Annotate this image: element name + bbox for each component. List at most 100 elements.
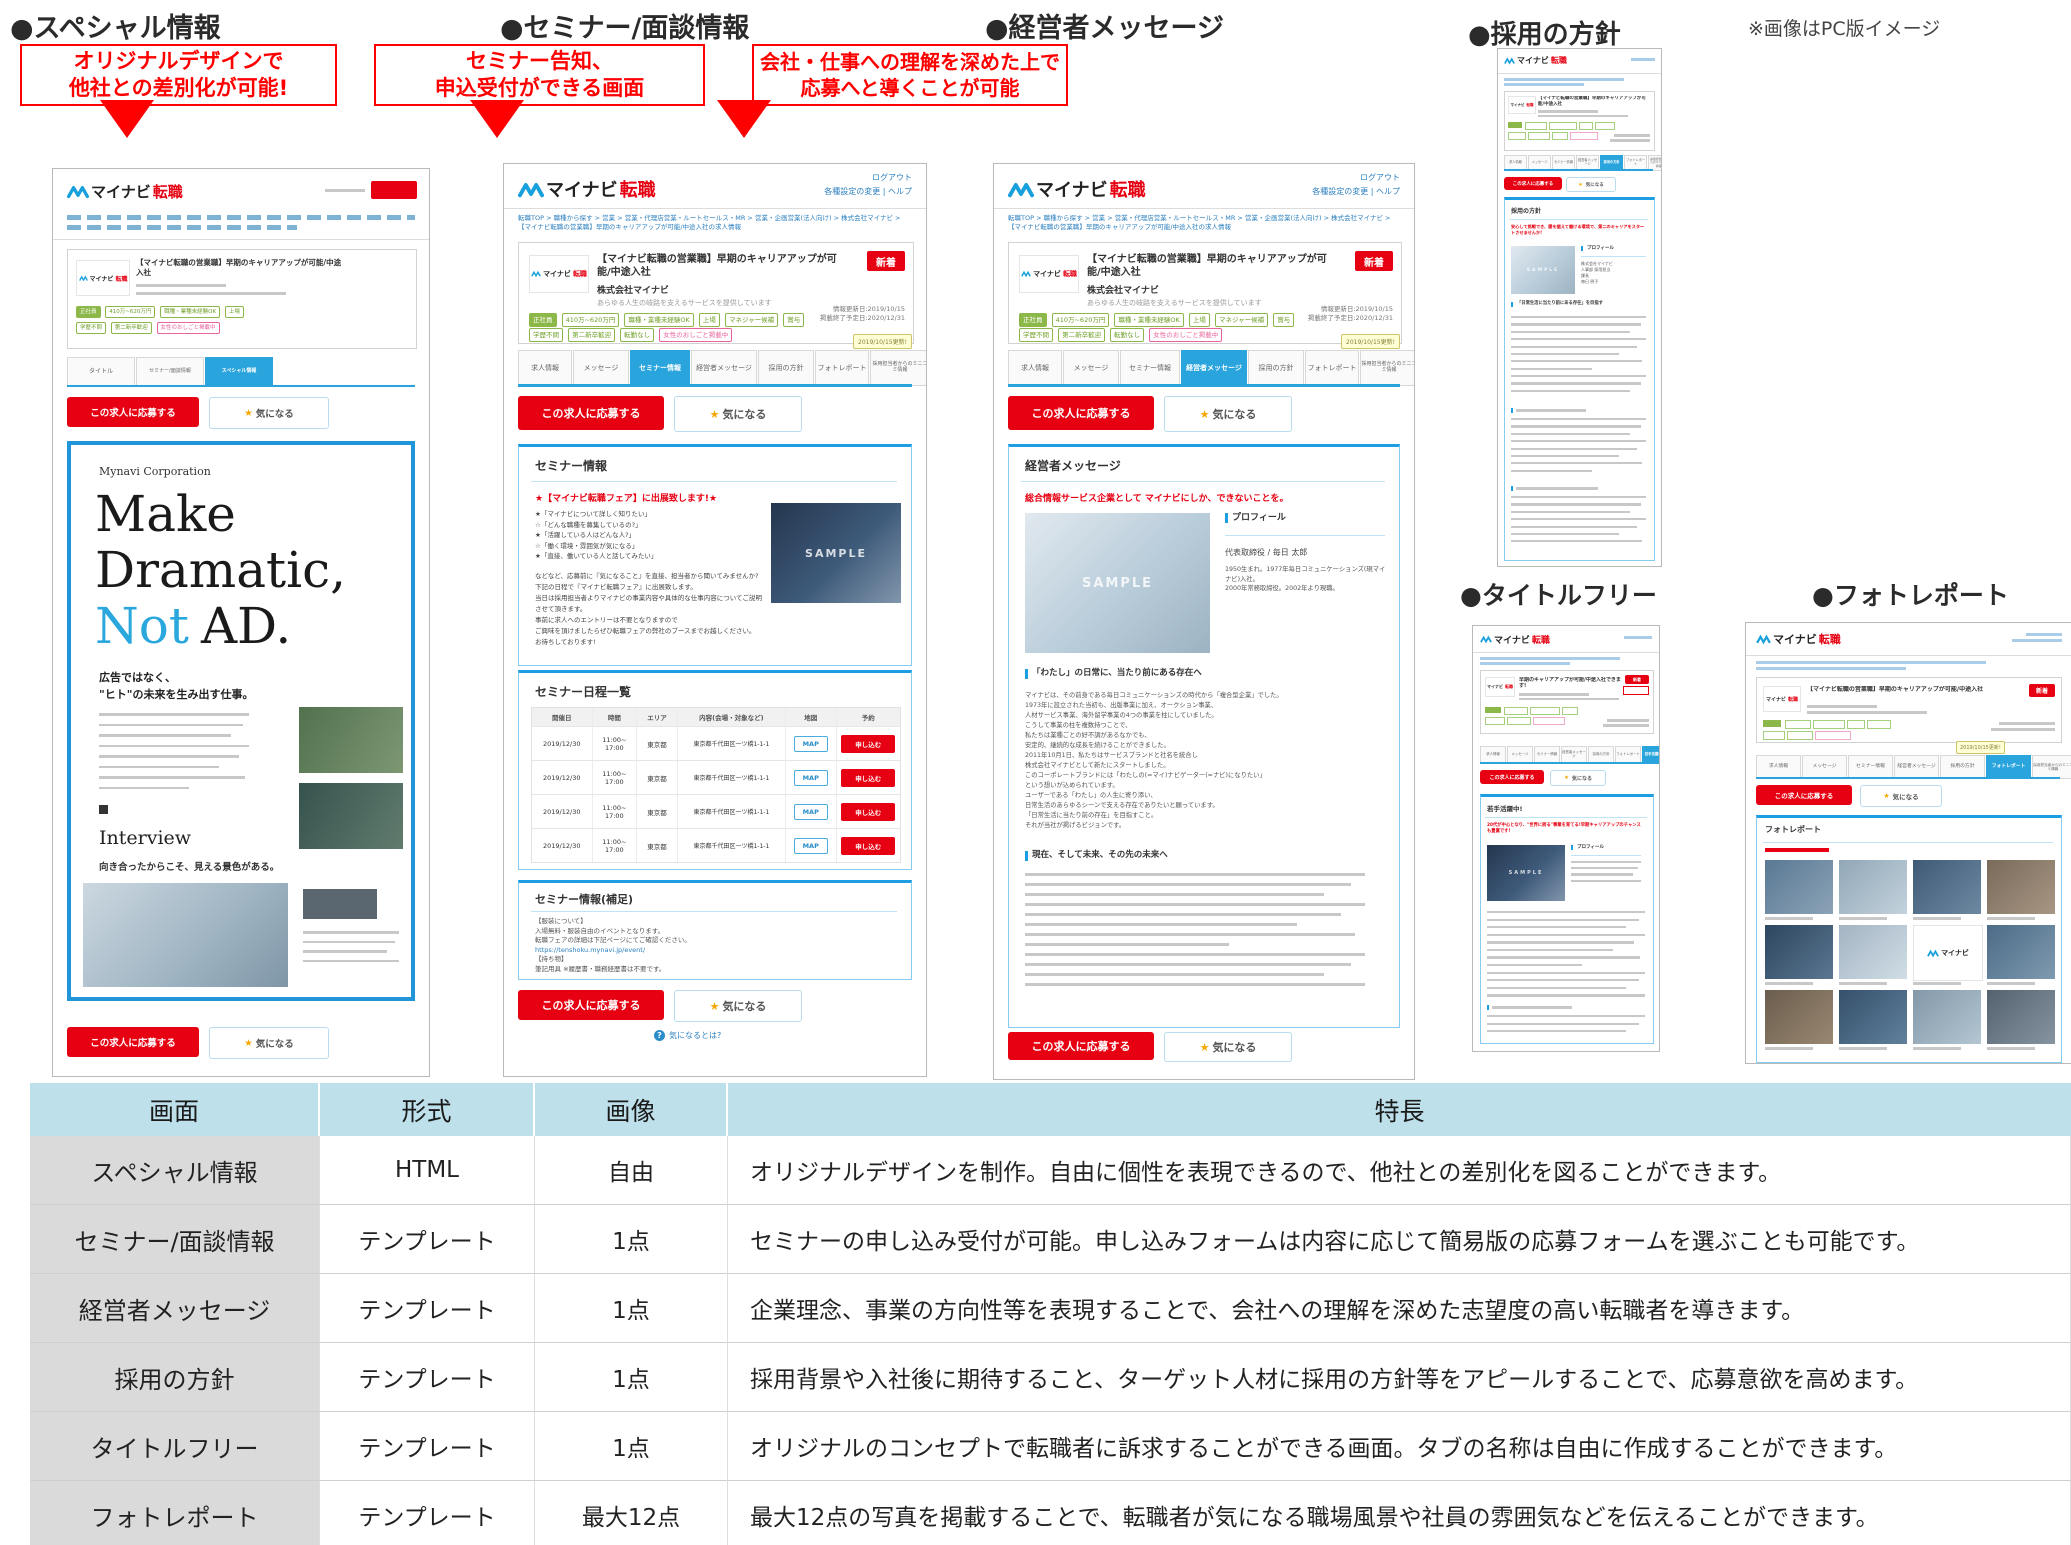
cell-images: 自由 <box>535 1136 728 1205</box>
text-line <box>1511 390 1630 392</box>
body-text-placeholder <box>303 931 399 969</box>
brand-suffix: 転職 <box>1063 269 1077 279</box>
tag-chip-placeholder <box>1595 122 1615 130</box>
like-label: 気になる <box>1572 775 1592 782</box>
callout-line: オリジナルデザインで <box>74 48 284 75</box>
profile-name: 代表取締役 / 毎日 太郎 <box>1225 547 1307 558</box>
heading-placeholder <box>1516 487 1598 490</box>
text-line <box>1511 470 1592 472</box>
brand-name: マイナビ <box>1036 176 1108 202</box>
thumbnail-policy: マイナビ転職 マイナビ転職 【マイナビ転職の営業職】早期のキャリアアップが可能/… <box>1497 48 1662 567</box>
col-map: 地図 <box>786 708 837 726</box>
tab-message: メッセージ <box>1802 755 1847 779</box>
tag-chip-placeholder <box>1763 720 1781 727</box>
thumbnail-seminar: マイナビ転職 ログアウト 各種設定の変更 | ヘルプ 転職TOP > 職種から探… <box>503 163 927 1077</box>
report-photo <box>1839 925 1907 979</box>
thumbnail-special: マイナビ転職 マイナビ転職 【マイナビ転職の営業職】早期のキャリアアップが可能/… <box>52 168 430 1077</box>
company-en: Mynavi Corporation <box>99 465 211 478</box>
tag-chip-placeholder <box>1485 707 1501 713</box>
cell-area: 東京都 <box>637 795 678 828</box>
cell-screen: スペシャル情報 <box>30 1136 320 1205</box>
text-line <box>1511 440 1646 442</box>
company-logo: マイナビ転職 <box>76 260 130 296</box>
brand-suffix: 転職 <box>1532 633 1550 646</box>
mynavi-logo-icon <box>1504 57 1515 65</box>
interview-heading: Interview <box>99 827 191 849</box>
photo-caption-placeholder <box>1913 982 1961 985</box>
date-updated: 情報更新日:2019/10/15 <box>820 305 905 314</box>
like-label: 気になる <box>722 998 766 1014</box>
tag-chip-placeholder <box>1549 122 1577 130</box>
text-line <box>1480 657 1620 660</box>
text-line <box>1756 667 1906 670</box>
star-icon: ★ <box>710 1000 720 1013</box>
tab-executive-active: 経営者メッセージ <box>1181 350 1247 386</box>
section-label-seminar: ●セミナー/面談情報 <box>500 6 749 45</box>
star-icon: ★ <box>1578 182 1582 188</box>
star-icon: ★ <box>1564 775 1569 781</box>
text-line <box>1504 83 1584 86</box>
callout-seminar: セミナー告知、 申込受付ができる画面 <box>374 44 705 106</box>
heading-accent <box>1511 408 1513 413</box>
cell-screen: フォトレポート <box>30 1481 320 1545</box>
cell-format: テンプレート <box>320 1412 535 1481</box>
job-title: 早期のキャリアアップが可能/中途入社できます! <box>1519 677 1623 690</box>
job-dates: 情報更新日:2019/10/15 掲載終了予定日:2020/12/31 <box>1308 305 1393 323</box>
new-badge: 新着 <box>2029 684 2055 697</box>
job-title: 【マイナビ転職の営業職】早期のキャリアアップが可能/中途入社 <box>597 253 847 279</box>
special-content-box: Mynavi Corporation Make Dramatic, NotAD.… <box>67 441 415 1001</box>
paragraph-line: などなど、応募前に『気になること』を直接、担当者から聞いてみませんか? <box>535 571 765 582</box>
report-photo-logo-tile: マイナビ <box>1913 925 1983 981</box>
map-button: MAP <box>794 838 828 854</box>
heading-placeholder <box>1492 1006 1572 1009</box>
paragraph-line: ご興味を頂けましたらぜひ転職フェアの弊社のブースまでお越しください。 <box>535 626 765 637</box>
seminar-schedule-box: セミナー日程一覧 開催日 時間 エリア 内容(会場・対象など) 地図 予約 20… <box>518 670 912 870</box>
page-tabs: 求人情報 メッセージ セミナー情報 経営者メッセージ 採用の方針 フォトレポート… <box>1008 350 1415 386</box>
text-line <box>1807 705 1877 708</box>
text-line <box>1511 526 1637 528</box>
executive-photo: SAMPLE <box>1025 513 1210 653</box>
tag-chip-placeholder <box>1504 707 1528 715</box>
body-text-placeholder <box>99 713 249 797</box>
report-photo <box>1765 925 1833 979</box>
brand-suffix: 転職 <box>620 176 656 202</box>
text-line <box>1025 973 1324 976</box>
text-line <box>1487 987 1626 989</box>
job-tags-row2: 学歴不問 第二新卒歓迎 女性のおしごと掲載中 <box>76 322 223 334</box>
paragraph-line: お待ちしております! <box>535 637 765 648</box>
text-line <box>1571 873 1633 875</box>
like-label: 気になる <box>722 406 766 422</box>
tag-chip: 女性のおしごと掲載中 <box>659 328 732 342</box>
executive-section-title: 経営者メッセージ <box>1025 457 1121 474</box>
cell-time: 11:00~ 17:00 <box>593 829 638 862</box>
text-line <box>303 950 387 953</box>
mynavi-tenshoku-logo: マイナビ転職 <box>1756 631 1841 647</box>
job-tags-row2: 学歴不問 第二新卒歓迎 転勤なし 女性のおしごと掲載中 <box>1019 328 1225 342</box>
seminar-section-title: セミナー情報 <box>535 457 607 474</box>
text-line <box>99 766 219 769</box>
pointer-triangle <box>717 100 771 138</box>
text-line <box>1025 893 1324 896</box>
apply-button: この求人に応募する <box>67 397 199 427</box>
tag-chip: 上場 <box>699 313 720 327</box>
photo-greenery <box>299 783 403 849</box>
col-date: 開催日 <box>532 708 593 726</box>
job-summary-card: マイナビ転職 【マイナビ転職の営業職】早期のキャリアアップが可能/中途入社 <box>1504 91 1655 151</box>
schedule-row: 2019/12/30 11:00~ 17:00 東京都 東京都千代田区一ツ橋1-… <box>532 760 900 794</box>
text-line <box>1624 636 1652 639</box>
schedule-table: 開催日 時間 エリア 内容(会場・対象など) 地図 予約 2019/12/30 … <box>531 707 901 863</box>
photo-caption-placeholder <box>1839 1047 1887 1050</box>
brand-name: マイナビ <box>1033 269 1061 279</box>
cell-images: 最大12点 <box>535 1481 728 1545</box>
like-help-link: ?気になるとは? <box>654 1030 721 1041</box>
mynavi-logo-icon <box>1927 949 1939 958</box>
report-photo <box>1913 860 1981 914</box>
date-end: 掲載終了予定日:2020/12/31 <box>820 314 905 323</box>
text-line <box>1571 861 1641 863</box>
tag-chip: 職種・業種未経験OK <box>624 313 693 327</box>
body-line: 株式会社マイナビとして新たにスタートしました。 <box>1025 761 1283 771</box>
cell-format: テンプレート <box>320 1274 535 1343</box>
profile-line: 毎日 明子 <box>1581 279 1613 285</box>
seminar-info-box: セミナー情報 ★【マイナビ転職フェア】に出展致します!★ ★「マイナビについて詳… <box>518 444 912 666</box>
photo-caption-placeholder <box>1839 982 1887 985</box>
